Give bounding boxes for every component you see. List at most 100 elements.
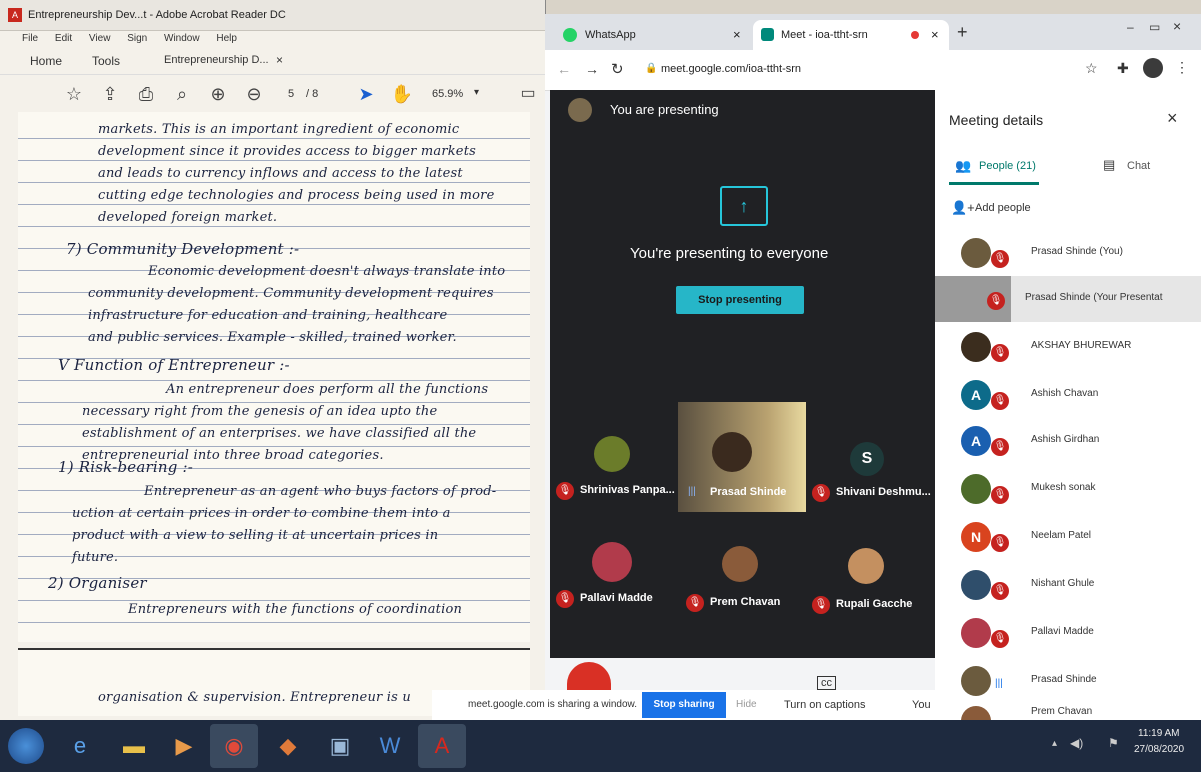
participant-row[interactable]: 🎙 Nishant Ghule bbox=[935, 562, 1201, 608]
reload-icon[interactable]: ↻ bbox=[611, 60, 624, 78]
handwritten-heading: 1) Risk-bearing :- bbox=[58, 458, 193, 476]
file-explorer-icon[interactable]: ▬ bbox=[110, 724, 158, 768]
menu-file[interactable]: File bbox=[22, 33, 38, 44]
volume-icon[interactable]: ◀) bbox=[1070, 736, 1083, 750]
print-icon[interactable]: ⎙ bbox=[134, 82, 158, 106]
tab-chat[interactable]: Chat bbox=[1127, 160, 1150, 172]
participant-row[interactable]: 🎙 Pallavi Madde bbox=[935, 610, 1201, 656]
tab-home[interactable]: Home bbox=[30, 54, 62, 68]
handwritten-line: uction at certain prices in order to com… bbox=[72, 506, 451, 521]
back-icon[interactable]: ← bbox=[557, 61, 571, 77]
word-taskbar-icon[interactable]: W bbox=[366, 724, 414, 768]
acrobat-tabs: Home Tools Entrepreneurship D... × bbox=[0, 48, 545, 75]
tile-name: Prem Chavan bbox=[710, 596, 781, 608]
close-tab-icon[interactable]: × bbox=[733, 20, 741, 50]
star-icon[interactable]: ☆ bbox=[62, 82, 86, 106]
participant-avatar: A bbox=[961, 426, 991, 456]
captions-icon[interactable]: cc bbox=[817, 676, 836, 690]
page-total: / 8 bbox=[306, 88, 319, 100]
minimize-icon[interactable]: – bbox=[1127, 20, 1134, 34]
network-icon[interactable]: ⚑ bbox=[1108, 736, 1119, 750]
comment-icon[interactable]: ▭ bbox=[516, 82, 540, 106]
menu-window[interactable]: Window bbox=[164, 33, 200, 44]
menu-edit[interactable]: Edit bbox=[55, 33, 72, 44]
forward-icon[interactable]: → bbox=[585, 61, 599, 77]
tab-whatsapp[interactable]: WhatsApp × bbox=[555, 20, 751, 50]
media-player-icon[interactable]: ▶ bbox=[160, 724, 208, 768]
tab-people[interactable]: People (21) bbox=[979, 160, 1036, 172]
participant-name: Prasad Shinde bbox=[1031, 674, 1097, 685]
url-field[interactable]: meet.google.com/ioa-ttht-srn bbox=[661, 63, 801, 75]
participant-row[interactable]: 🎙 Prasad Shinde (You) bbox=[935, 230, 1201, 276]
participant-row[interactable]: A 🎙 Ashish Girdhan bbox=[935, 418, 1201, 464]
participant-avatar bbox=[722, 546, 758, 582]
participant-row[interactable]: 🎙 Prasad Shinde (Your Presentat bbox=[935, 276, 1201, 322]
mic-off-icon: 🎙 bbox=[812, 596, 830, 614]
video-tile-prasad: ||| Prasad Shinde bbox=[678, 402, 806, 512]
app-taskbar-icon[interactable]: ▣ bbox=[316, 724, 364, 768]
maximize-icon[interactable]: ▭ bbox=[1149, 20, 1160, 34]
bookmark-star-icon[interactable]: ☆ bbox=[1085, 60, 1098, 77]
new-tab-icon[interactable]: + bbox=[957, 22, 968, 43]
page-number-input[interactable]: 5 bbox=[288, 88, 294, 100]
tab-meet-label: Meet - ioa-ttht-srn bbox=[781, 29, 868, 41]
tray-arrow-icon[interactable]: ▴ bbox=[1052, 738, 1057, 749]
participant-avatar bbox=[961, 706, 991, 720]
prev-page-icon[interactable]: ⊕ bbox=[206, 82, 230, 106]
handwritten-line: development since it provides access to … bbox=[98, 144, 476, 159]
close-panel-icon[interactable]: × bbox=[1167, 108, 1178, 129]
add-people-button[interactable]: Add people bbox=[975, 202, 1031, 214]
participant-row[interactable]: 🎙 AKSHAY BHUREWAR bbox=[935, 324, 1201, 370]
panel-title: Meeting details bbox=[949, 112, 1044, 128]
hide-button[interactable]: Hide bbox=[736, 699, 757, 710]
participant-row[interactable]: Prem Chavan bbox=[935, 702, 1201, 720]
participant-row[interactable]: ||| Prasad Shinde bbox=[935, 658, 1201, 704]
taskbar: e ▬ ▶ ◉ ◆ ▣ W A ▴ ◀) ⚑ 11:19 AM 27/08/20… bbox=[0, 720, 1201, 772]
sharing-bar: meet.google.com is sharing a window. Sto… bbox=[432, 690, 940, 720]
stop-sharing-button[interactable]: Stop sharing bbox=[642, 692, 726, 718]
search-icon[interactable]: ⌕ bbox=[170, 82, 194, 106]
start-button[interactable] bbox=[8, 728, 44, 764]
handwritten-line: and public services. Example - skilled, … bbox=[88, 330, 457, 345]
chrome-menu-icon[interactable]: ⋮ bbox=[1175, 59, 1189, 76]
participant-name: Neelam Patel bbox=[1031, 530, 1092, 541]
participant-face bbox=[712, 432, 752, 472]
participant-row[interactable]: A 🎙 Ashish Chavan bbox=[935, 372, 1201, 418]
acrobat-taskbar-icon[interactable]: A bbox=[418, 724, 466, 768]
hand-tool-icon[interactable]: ✋ bbox=[390, 82, 414, 106]
menu-help[interactable]: Help bbox=[216, 33, 237, 44]
participant-name: Mukesh sonak bbox=[1031, 482, 1096, 493]
participant-avatar bbox=[961, 618, 991, 648]
window-title: Entrepreneurship Dev...t - Adobe Acrobat… bbox=[28, 9, 286, 21]
internet-explorer-icon[interactable]: e bbox=[56, 724, 104, 768]
meet-icon bbox=[761, 28, 774, 41]
zoom-level[interactable]: 65.9% bbox=[432, 88, 463, 100]
participant-avatar bbox=[961, 238, 991, 268]
close-tab-icon[interactable]: × bbox=[276, 53, 283, 67]
tab-meet[interactable]: Meet - ioa-ttht-srn × bbox=[753, 20, 949, 50]
close-window-icon[interactable]: × bbox=[1173, 18, 1181, 34]
tab-document[interactable]: Entrepreneurship D... bbox=[164, 54, 269, 66]
app-taskbar-icon[interactable]: ◆ bbox=[264, 724, 312, 768]
menu-sign[interactable]: Sign bbox=[127, 33, 147, 44]
extensions-icon[interactable]: ✚ bbox=[1117, 60, 1129, 77]
participant-row[interactable]: N 🎙 Neelam Patel bbox=[935, 514, 1201, 560]
chrome-taskbar-icon[interactable]: ◉ bbox=[210, 724, 258, 768]
captions-label[interactable]: Turn on captions bbox=[784, 699, 866, 711]
participant-name: Ashish Chavan bbox=[1031, 388, 1099, 399]
close-tab-icon[interactable]: × bbox=[931, 20, 939, 50]
acrobat-toolbar: ☆ ⇪ ⎙ ⌕ ⊕ ⊖ 5 / 8 ➤ ✋ 65.9% ▾ ▭ bbox=[0, 74, 545, 114]
next-page-icon[interactable]: ⊖ bbox=[242, 82, 266, 106]
acrobat-logo-icon: A bbox=[8, 8, 22, 22]
chat-icon: ▤ bbox=[1103, 157, 1116, 172]
select-cursor-icon[interactable]: ➤ bbox=[354, 82, 378, 106]
upload-icon[interactable]: ⇪ bbox=[98, 82, 122, 106]
profile-avatar[interactable] bbox=[1143, 58, 1163, 78]
people-icon: 👥 bbox=[955, 158, 972, 173]
zoom-dropdown-icon[interactable]: ▾ bbox=[474, 87, 479, 98]
mic-off-icon: 🎙 bbox=[987, 292, 1005, 310]
menu-view[interactable]: View bbox=[89, 33, 111, 44]
participant-row[interactable]: 🎙 Mukesh sonak bbox=[935, 466, 1201, 512]
stop-presenting-button[interactable]: Stop presenting bbox=[676, 286, 804, 314]
tab-tools[interactable]: Tools bbox=[92, 54, 120, 68]
